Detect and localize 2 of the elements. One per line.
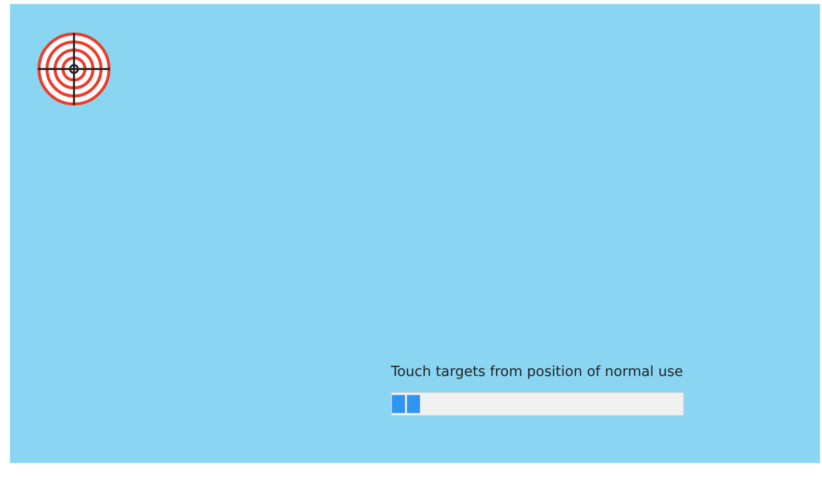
target-icon[interactable] <box>37 32 111 106</box>
instruction-text: Touch targets from position of normal use <box>390 364 684 380</box>
